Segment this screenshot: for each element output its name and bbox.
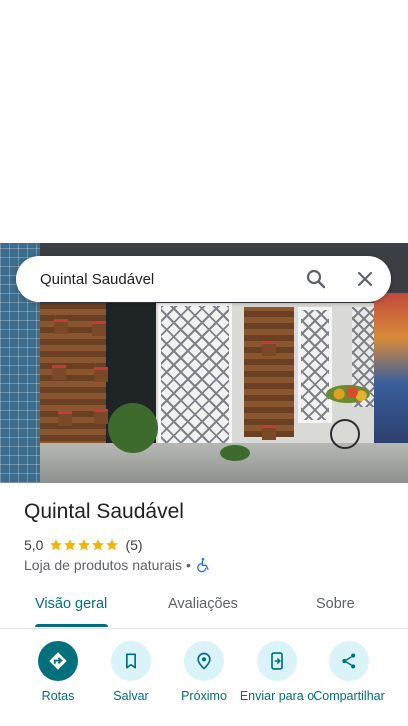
photo-plant <box>108 403 158 453</box>
directions-label: Rotas <box>41 689 75 703</box>
photo-flower-pot <box>262 425 276 440</box>
photo-mural <box>374 293 408 443</box>
tab-bar: Visão geral Avaliações Sobre <box>0 584 408 629</box>
reviews-count: (5) <box>125 537 143 553</box>
tab-about[interactable]: Sobre <box>316 596 355 612</box>
save-button[interactable]: Salvar <box>91 641 171 703</box>
send-to-phone-icon <box>271 652 283 670</box>
nearby-icon <box>197 652 211 670</box>
nearby-label: Próximo <box>181 689 227 703</box>
send-to-phone-label: Enviar para o <box>239 689 315 703</box>
place-category: Loja de produtos naturais <box>24 557 182 573</box>
share-icon <box>342 653 356 669</box>
rating-stars <box>49 538 119 552</box>
share-label: Compartilhar <box>313 689 385 703</box>
tab-active-indicator <box>35 624 108 627</box>
place-title: Quintal Saudável <box>24 500 184 523</box>
tab-reviews[interactable]: Avaliações <box>168 596 238 612</box>
send-to-phone-button[interactable]: Enviar para o <box>237 641 317 703</box>
rating-value: 5,0 <box>24 537 44 553</box>
directions-button[interactable]: Rotas <box>18 641 98 703</box>
share-button-circle[interactable] <box>329 641 369 681</box>
star-icon <box>64 539 77 551</box>
bookmark-icon <box>126 653 136 669</box>
rating-row[interactable]: 5,0 (5) <box>24 537 143 553</box>
star-icon <box>92 539 105 551</box>
send-to-phone-button-circle[interactable] <box>257 641 297 681</box>
star-icon <box>106 539 119 551</box>
photo-flower-pot <box>262 341 276 356</box>
photo-flower-pot <box>58 411 72 426</box>
photo-flower-pot <box>54 319 68 334</box>
category-row: Loja de produtos naturais • <box>24 557 211 573</box>
search-bar[interactable]: Quintal Saudável <box>16 256 391 302</box>
directions-icon <box>49 652 67 670</box>
tab-overview[interactable]: Visão geral <box>35 596 107 612</box>
action-bar: Rotas Salvar Próximo Enviar para o Compa… <box>0 641 408 726</box>
search-query[interactable]: Quintal Saudável <box>40 271 391 288</box>
photo-flower-pot <box>52 365 66 380</box>
photo-plant <box>220 445 250 461</box>
map-area-blank <box>0 0 408 243</box>
photo-flower-basket <box>326 385 370 403</box>
close-icon[interactable] <box>353 267 377 291</box>
share-button[interactable]: Compartilhar <box>309 641 389 703</box>
wheelchair-icon <box>197 558 209 573</box>
star-icon <box>50 539 63 551</box>
photo-flower-pot <box>92 321 106 336</box>
directions-button-circle[interactable] <box>38 641 78 681</box>
search-icon[interactable] <box>304 267 328 291</box>
nearby-button[interactable]: Próximo <box>164 641 244 703</box>
photo-flower-pot <box>94 367 108 382</box>
save-label: Salvar <box>113 689 149 703</box>
photo-gate <box>298 307 332 423</box>
star-icon <box>78 539 91 551</box>
photo-bicycle-wheel <box>330 419 360 449</box>
save-button-circle[interactable] <box>111 641 151 681</box>
nearby-button-circle[interactable] <box>184 641 224 681</box>
separator-dot: • <box>186 557 191 573</box>
photo-flower-pot <box>94 409 108 424</box>
photo-wood-panel <box>244 307 294 437</box>
